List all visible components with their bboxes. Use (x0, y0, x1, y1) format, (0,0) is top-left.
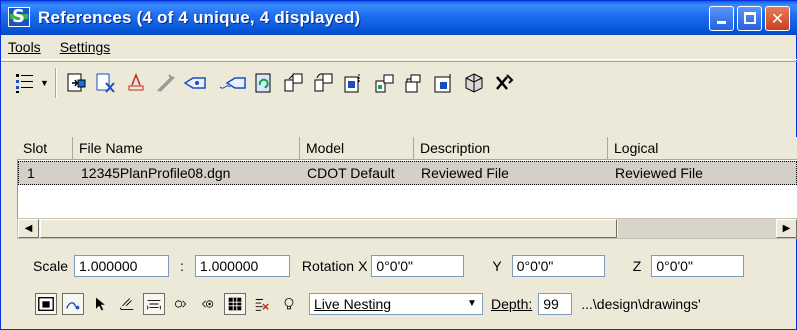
rotation-label: Rotation (301, 258, 355, 274)
rotation-z-label: Z (632, 258, 642, 274)
snap-toggle-icon[interactable] (62, 293, 84, 315)
scale-label: Scale (33, 258, 69, 274)
minimize-icon (717, 21, 726, 24)
copy-reference-icon[interactable] (217, 70, 247, 96)
rotation-x-label: X (358, 258, 368, 274)
cell-slot: 1 (27, 165, 35, 181)
title-bar[interactable]: S References (4 of 4 unique, 4 displayed… (1, 1, 797, 35)
level-display-icon[interactable] (116, 293, 138, 315)
chevron-down-icon[interactable]: ▼ (463, 295, 481, 313)
toolbar-separator (54, 67, 57, 98)
attachment-path: ...\design\drawings' (581, 296, 701, 312)
clip-mask-icon[interactable] (431, 70, 457, 96)
table-header: Slot File Name Model Description Logical (17, 137, 797, 160)
depth-label: Depth: (491, 296, 533, 312)
display-options-bar: Live Nesting ▼ Depth: 99 ...\design\draw… (1, 288, 797, 320)
close-icon: ✕ (770, 9, 785, 28)
maximize-icon (744, 12, 756, 24)
scale-separator: : (180, 258, 184, 274)
chevron-left-icon: ◀ (24, 223, 33, 234)
column-header-slot[interactable]: Slot (17, 137, 73, 160)
table-row[interactable]: 1 12345PlanProfile08.dgn CDOT Default Re… (18, 161, 797, 185)
maximize-button[interactable] (737, 6, 762, 31)
menu-bar: Tools Settings (1, 35, 797, 60)
mirror-vertical-icon[interactable] (371, 70, 397, 96)
references-dialog: S References (4 of 4 unique, 4 displayed… (0, 0, 797, 330)
scale-reference-icon[interactable] (281, 70, 307, 96)
lightbulb-icon[interactable] (278, 293, 300, 315)
chevron-down-icon[interactable]: ▼ (40, 78, 49, 88)
column-header-logical[interactable]: Logical (608, 137, 797, 160)
display-toggle-icon[interactable] (35, 293, 57, 315)
rotation-x-input[interactable]: 0°0'0" (371, 255, 465, 277)
scroll-left-button[interactable]: ◀ (18, 219, 39, 238)
scale-reference-input[interactable]: 1.000000 (194, 255, 290, 277)
scale-master-input[interactable]: 1.000000 (74, 255, 170, 277)
tree-list-icon[interactable] (13, 70, 39, 96)
column-header-model[interactable]: Model (300, 137, 414, 160)
window-title: References (4 of 4 unique, 4 displayed) (38, 8, 361, 27)
cell-model: CDOT Default (307, 165, 395, 181)
mirror-horizontal-icon[interactable] (341, 70, 367, 96)
column-header-file-name[interactable]: File Name (73, 137, 300, 160)
hilite-reference-icon[interactable] (251, 70, 277, 96)
move-reference-icon[interactable] (183, 70, 213, 96)
detach-reference-icon[interactable] (93, 70, 119, 96)
scroll-right-button[interactable]: ▶ (776, 219, 797, 238)
georeferenced-icon[interactable] (170, 293, 192, 315)
nesting-select[interactable]: Live Nesting ▼ (309, 293, 483, 315)
horizontal-scrollbar[interactable]: ◀ ▶ (17, 218, 797, 239)
locate-pointer-icon[interactable] (89, 293, 111, 315)
depth-input[interactable]: 99 (538, 293, 573, 315)
rotation-y-label: Y (492, 258, 502, 274)
close-button[interactable]: ✕ (765, 6, 790, 31)
merge-into-master-icon[interactable] (491, 70, 517, 96)
scrollbar-thumb[interactable] (40, 219, 617, 238)
cell-logical: Reviewed File (615, 165, 703, 181)
microstation-app-icon: S (8, 6, 34, 29)
reload-reference-icon[interactable] (123, 70, 149, 96)
clip-back-icon[interactable] (251, 293, 273, 315)
raster-grid-icon[interactable] (224, 293, 246, 315)
transform-fields: Scale 1.000000 : 1.000000 Rotation X 0°0… (1, 251, 797, 281)
column-header-description[interactable]: Description (414, 137, 608, 160)
cell-file-name: 12345PlanProfile08.dgn (81, 165, 231, 181)
menu-settings[interactable]: Settings (60, 39, 111, 55)
exchange-reference-icon[interactable] (153, 70, 179, 96)
toolbar: ▼ (1, 61, 797, 103)
attach-reference-icon[interactable] (63, 70, 89, 96)
ignore-attachment-icon[interactable] (143, 293, 165, 315)
cell-description: Reviewed File (421, 165, 509, 181)
scrollbar-track[interactable] (618, 219, 776, 238)
nesting-value: Live Nesting (314, 296, 392, 312)
minimize-button[interactable] (709, 6, 734, 31)
rotation-y-input[interactable]: 0°0'0" (511, 255, 605, 277)
menu-tools[interactable]: Tools (8, 39, 41, 55)
clip-boundary-icon[interactable] (401, 70, 427, 96)
rotate-reference-icon[interactable] (311, 70, 337, 96)
treat-as-element-icon[interactable] (197, 293, 219, 315)
rotation-z-input[interactable]: 0°0'0" (651, 255, 745, 277)
chevron-right-icon: ▶ (782, 223, 791, 234)
clip-delete-icon[interactable] (461, 70, 487, 96)
